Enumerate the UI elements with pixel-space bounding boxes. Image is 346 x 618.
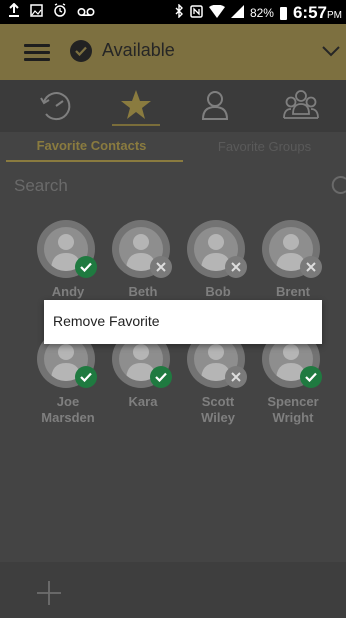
contact-name: Beth <box>128 284 158 299</box>
contact-name-first: Joe <box>56 394 80 409</box>
contact-card[interactable]: Brent <box>257 220 329 300</box>
wifi-icon <box>208 4 225 22</box>
favorites-sub-tabs: Favorite Contacts Favorite Groups <box>0 132 346 164</box>
image-icon <box>30 3 43 21</box>
bottom-bar <box>0 562 346 618</box>
offline-x-icon <box>150 256 172 278</box>
contact-name: Bob <box>205 284 231 299</box>
online-check-icon <box>300 366 322 388</box>
status-bar: 82% 6:57PM <box>0 0 346 24</box>
battery-icon <box>279 6 287 20</box>
tab-favorite-contacts[interactable]: Favorite Contacts <box>0 132 183 162</box>
offline-x-icon <box>300 256 322 278</box>
contact-card[interactable]: Andy <box>32 220 104 300</box>
battery-percent: 82% <box>249 6 274 20</box>
star-icon[interactable] <box>119 88 153 122</box>
avatar <box>187 220 249 282</box>
refresh-icon[interactable] <box>330 174 346 196</box>
contact-card[interactable]: Bob <box>182 220 254 300</box>
active-tab-indicator <box>112 124 160 126</box>
nfc-icon <box>190 4 203 22</box>
voicemail-icon <box>77 3 95 21</box>
context-menu: Remove Favorite <box>44 300 322 344</box>
contact-card[interactable]: Joe Marsden <box>32 330 104 426</box>
person-icon[interactable] <box>198 88 232 122</box>
avatar <box>37 220 99 282</box>
chevron-down-icon[interactable] <box>322 44 340 57</box>
offline-x-icon <box>225 366 247 388</box>
offline-x-icon <box>225 256 247 278</box>
remove-favorite-menu-item[interactable]: Remove Favorite <box>53 313 160 329</box>
main-tab-bar <box>0 80 346 132</box>
contact-card[interactable]: Beth <box>107 220 179 300</box>
bluetooth-icon <box>174 3 184 22</box>
online-check-icon <box>75 256 97 278</box>
online-check-icon <box>150 366 172 388</box>
online-check-icon <box>75 366 97 388</box>
avatar <box>112 220 174 282</box>
contact-name-last: Marsden <box>41 410 95 425</box>
contact-name-last: Wright <box>272 410 314 425</box>
contact-card[interactable]: Scott Wiley <box>182 330 254 426</box>
availability-status[interactable]: Available <box>102 40 175 61</box>
contact-name: Kara <box>128 394 158 409</box>
avatar <box>262 220 324 282</box>
upload-icon <box>8 2 20 21</box>
history-icon[interactable] <box>39 88 73 122</box>
contact-name-last: Wiley <box>201 410 235 425</box>
clock: 6:57PM <box>292 3 342 22</box>
search-bar <box>0 168 346 204</box>
sub-tab-indicator <box>6 160 183 162</box>
contact-name: Andy <box>51 284 85 299</box>
check-icon <box>70 40 92 62</box>
signal-icon <box>230 4 244 22</box>
menu-icon[interactable] <box>24 44 50 62</box>
contact-name-first: Scott <box>201 394 235 409</box>
contact-name: Brent <box>276 284 310 299</box>
tab-favorite-groups[interactable]: Favorite Groups <box>183 132 346 162</box>
alarm-icon <box>53 3 67 21</box>
group-icon[interactable] <box>283 88 319 122</box>
contact-card[interactable]: Spencer Wright <box>257 330 329 426</box>
app-bar: Available <box>0 24 346 80</box>
contact-name-first: Spencer <box>267 394 319 409</box>
search-input[interactable] <box>14 172 314 200</box>
add-icon[interactable] <box>36 580 62 606</box>
